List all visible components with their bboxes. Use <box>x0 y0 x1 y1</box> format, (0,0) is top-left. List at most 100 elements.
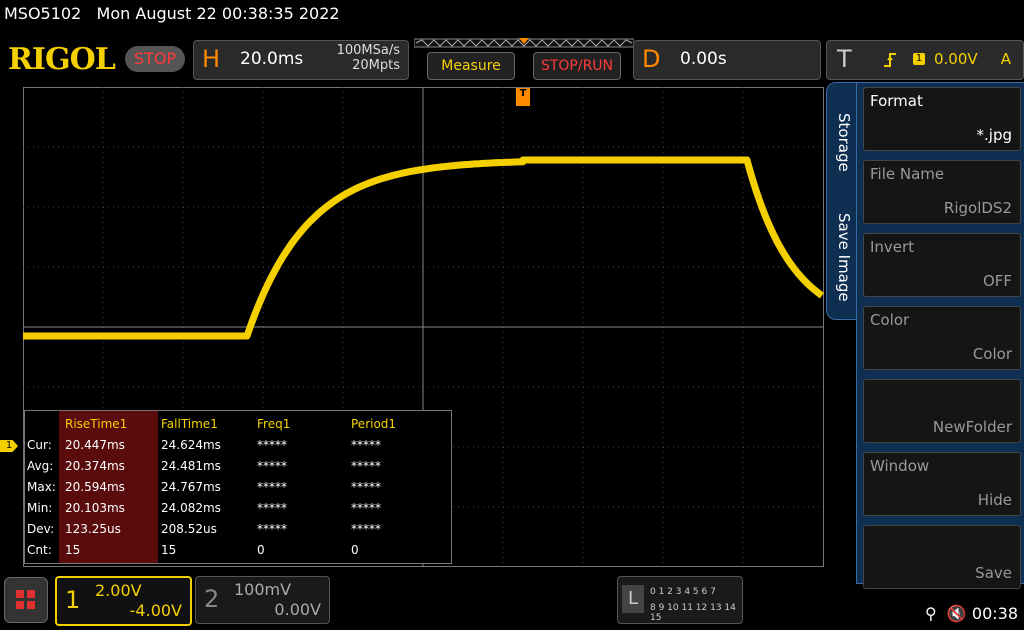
channel-2-offset: 0.00V <box>274 600 321 619</box>
menu-item-save[interactable]: Save <box>863 525 1021 589</box>
clock-time: 00:38 <box>971 604 1018 623</box>
measurement-value: 20.447ms <box>65 438 125 452</box>
title-bar: MSO5102 Mon August 22 00:38:35 2022 <box>4 4 340 23</box>
delay-letter: D <box>642 45 661 73</box>
measurement-value: 24.082ms <box>161 501 221 515</box>
save-image-menu: Format *.jpg File Name RigolDS2 Invert OFF Col… <box>856 82 1024 589</box>
measurement-value: ***** <box>257 438 287 452</box>
measurement-value: 15 <box>161 543 177 557</box>
menu-item-value: Save <box>975 564 1012 582</box>
menu-item-color[interactable]: Color Color <box>863 306 1021 370</box>
channel-1-offset: -4.00V <box>129 601 182 620</box>
trigger-source: 1 <box>913 53 925 65</box>
menu-item-newfolder[interactable]: NewFolder <box>863 379 1021 443</box>
menu-item-label: Color <box>870 311 910 329</box>
horizontal-letter: H <box>202 45 221 73</box>
measurement-row-label: Avg: <box>27 459 54 473</box>
logic-analyzer-panel[interactable]: L 0 1 2 3 4 5 6 7 8 9 10 11 12 13 14 15 <box>617 576 743 624</box>
measurement-row-label: Cur: <box>27 438 52 452</box>
measurement-value: ***** <box>351 501 381 515</box>
menu-grid-icon <box>16 590 35 609</box>
channel-2-panel[interactable]: 2 100mV 0.00V <box>195 576 330 624</box>
menu-item-invert[interactable]: Invert OFF <box>863 233 1021 297</box>
ch1-offset-marker[interactable]: 1 <box>0 440 18 452</box>
date-time: Mon August 22 00:38:35 2022 <box>96 4 340 23</box>
model-name: MSO5102 <box>4 4 82 23</box>
measurement-row-label: Min: <box>27 501 53 515</box>
measurement-value: 24.767ms <box>161 480 221 494</box>
sample-rate: 100MSa/s <box>336 43 400 58</box>
measurement-value: 0 <box>351 543 359 557</box>
measurement-value: 20.103ms <box>65 501 125 515</box>
measurement-header: Freq1 <box>257 417 291 431</box>
measurement-value: ***** <box>257 480 287 494</box>
measurement-row-label: Max: <box>27 480 56 494</box>
trigger-letter: T <box>837 45 852 73</box>
menu-item-label: Format <box>870 92 923 110</box>
delay-panel[interactable]: D 0.00s <box>633 40 821 80</box>
menu-item-value: Color <box>972 345 1012 363</box>
menu-item-value: RigolDS2 <box>943 199 1012 217</box>
trigger-mode: A <box>1000 50 1011 68</box>
delay-value: 0.00s <box>680 49 727 69</box>
storage-tab-label: Storage <box>835 113 853 172</box>
logic-channels-row-2: 8 9 10 11 12 13 14 15 <box>650 603 736 623</box>
status-area: ⚲ 🔇 00:38 <box>925 604 1018 623</box>
stop-run-button[interactable]: STOP/RUN <box>533 52 621 80</box>
menu-item-file-name[interactable]: File Name RigolDS2 <box>863 160 1021 224</box>
menu-item-window[interactable]: Window Hide <box>863 452 1021 516</box>
logic-letter: L <box>622 585 644 613</box>
measurement-table: RiseTime1 FallTime1 Freq1 Period1 Cur: 20.447… <box>24 410 452 564</box>
menu-item-format[interactable]: Format *.jpg <box>863 87 1021 151</box>
timebase-value: 20.0ms <box>240 49 304 69</box>
speaker-muted-icon[interactable]: 🔇 <box>947 604 967 623</box>
save-image-tab-label: Save Image <box>835 213 853 302</box>
run-state-badge[interactable]: STOP <box>125 46 185 72</box>
measurement-value: 0 <box>257 543 265 557</box>
measurement-header: FallTime1 <box>161 417 218 431</box>
measurement-value: 20.374ms <box>65 459 125 473</box>
logic-channels-row-1: 0 1 2 3 4 5 6 7 <box>650 587 716 597</box>
measurement-header: Period1 <box>351 417 397 431</box>
measurement-value: ***** <box>351 480 381 494</box>
measurement-value: ***** <box>351 438 381 452</box>
horizontal-panel[interactable]: H 20.0ms 100MSa/s 20Mpts <box>193 40 409 80</box>
measurement-value: 24.624ms <box>161 438 221 452</box>
menu-item-label: Invert <box>870 238 915 256</box>
measurement-row-label: Cnt: <box>27 543 52 557</box>
measurement-value: 123.25us <box>65 522 121 536</box>
usb-icon: ⚲ <box>924 604 937 623</box>
menu-item-value: Hide <box>977 491 1012 509</box>
storage-tab[interactable]: Storage Save Image <box>826 82 858 320</box>
measurement-value: 24.481ms <box>161 459 221 473</box>
measurement-value: 15 <box>65 543 81 557</box>
measurement-row-label: Dev: <box>27 522 55 536</box>
menu-item-label: Window <box>870 457 930 475</box>
measurement-header: RiseTime1 <box>65 417 128 431</box>
channel-1-number: 1 <box>65 586 81 614</box>
measurement-value: ***** <box>351 522 381 536</box>
channel-1-scale: 2.00V <box>95 581 142 600</box>
menu-item-label: File Name <box>870 165 945 183</box>
rigol-logo: RIGOL <box>8 42 116 77</box>
measure-button[interactable]: Measure <box>427 52 515 80</box>
measurement-value: ***** <box>351 459 381 473</box>
main-menu-button[interactable] <box>4 577 48 623</box>
menu-item-value: *.jpg <box>976 126 1012 144</box>
sample-info: 100MSa/s 20Mpts <box>337 43 400 73</box>
trigger-position-bar <box>414 38 634 48</box>
measurement-value: ***** <box>257 459 287 473</box>
channel-2-number: 2 <box>204 585 220 613</box>
rising-edge-icon <box>884 53 896 67</box>
channel-1-panel[interactable]: 1 2.00V -4.00V <box>55 576 192 626</box>
measurement-value: ***** <box>257 522 287 536</box>
measurement-value: ***** <box>257 501 287 515</box>
trigger-position-marker[interactable]: T <box>516 88 530 106</box>
channel-2-scale: 100mV <box>234 580 292 599</box>
trigger-level: 0.00V <box>934 50 978 68</box>
menu-item-value: OFF <box>982 272 1012 290</box>
trigger-panel[interactable]: T 1 0.00V A <box>826 40 1024 80</box>
measurement-value: 20.594ms <box>65 480 125 494</box>
measurement-value: 208.52us <box>161 522 217 536</box>
memory-depth: 20Mpts <box>352 58 400 73</box>
